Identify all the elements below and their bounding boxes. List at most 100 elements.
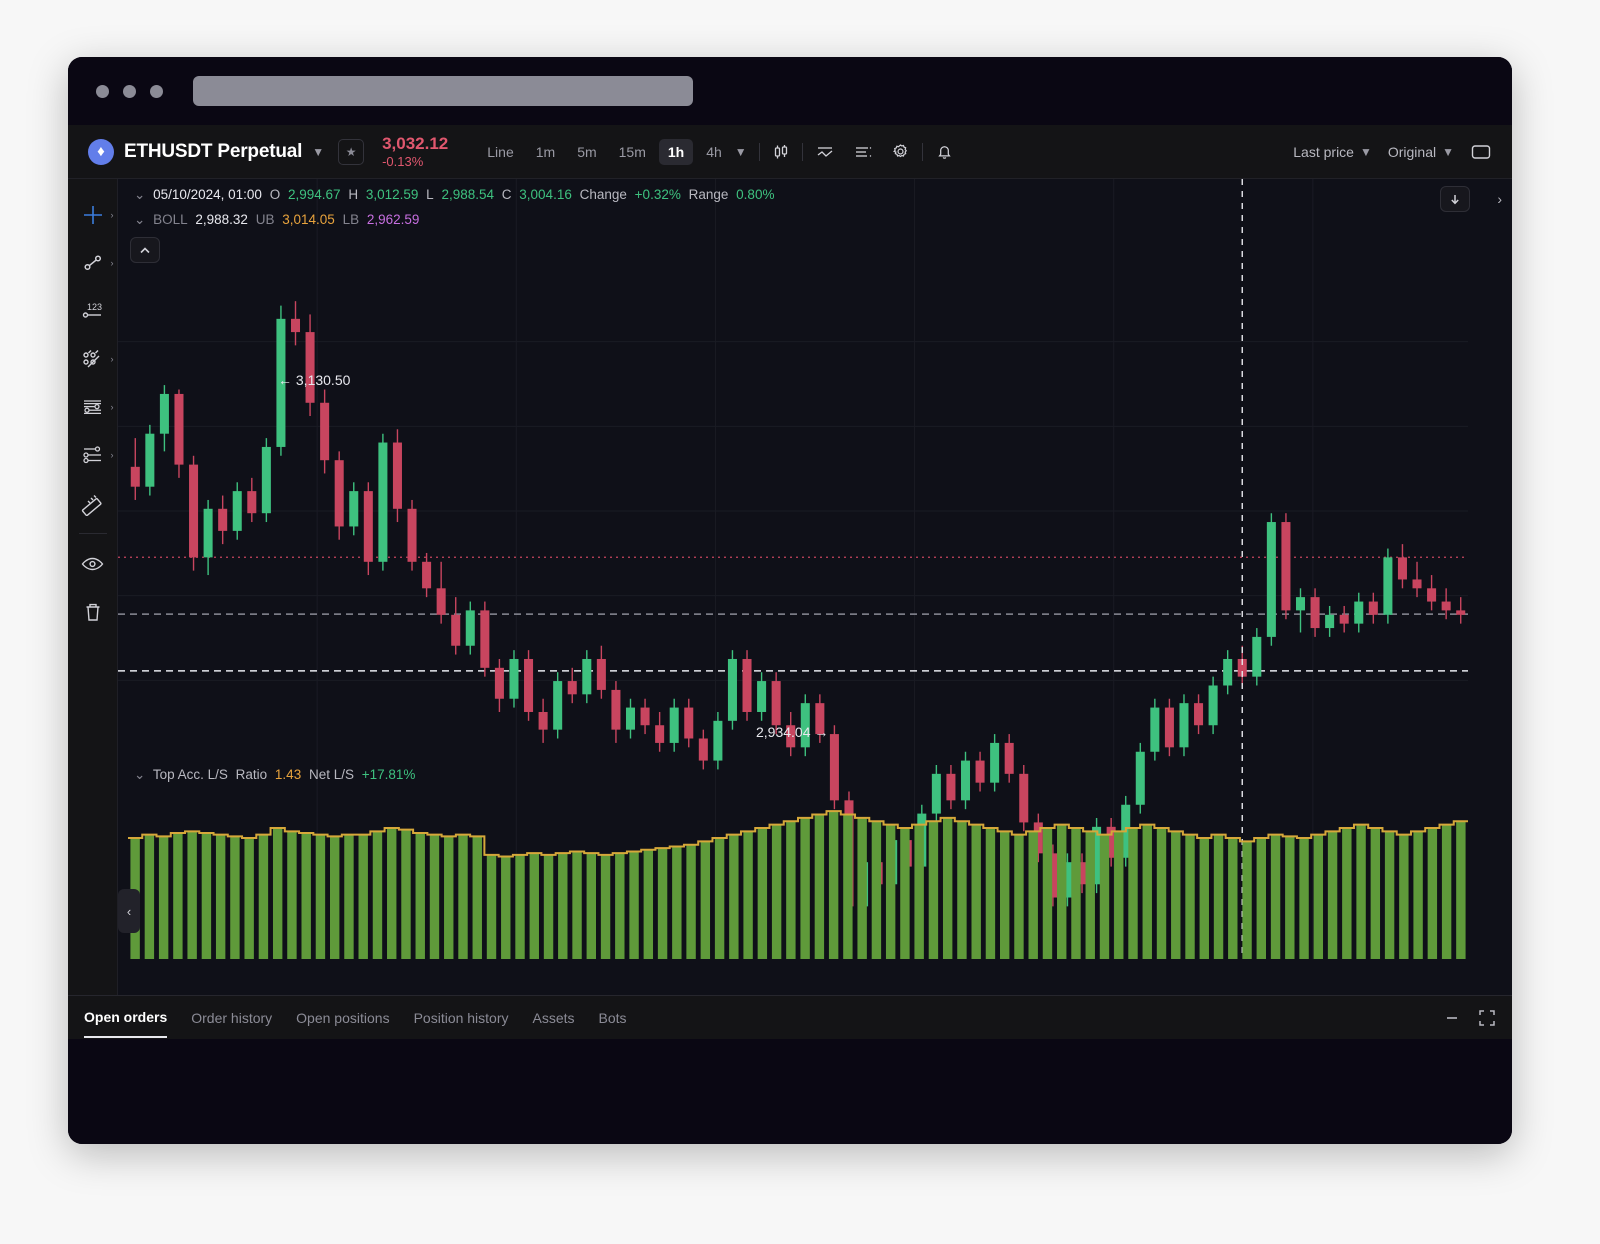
- minimize-button[interactable]: [123, 85, 136, 98]
- app-header: ♦ ETHUSDT Perpetual ▼ ★ 3,032.12 -0.13% …: [68, 125, 1512, 179]
- price-chart[interactable]: ⌄ 05/10/2024, 01:00 O 2,994.67 H 3,012.5…: [118, 179, 1512, 995]
- pattern-tool[interactable]: ›: [70, 335, 116, 383]
- ohlc-change-label: Change: [580, 187, 627, 202]
- visibility-tool[interactable]: [70, 540, 116, 588]
- ohlc-c-label: C: [502, 187, 512, 202]
- window-controls[interactable]: [96, 85, 163, 98]
- browser-chrome: [68, 57, 1512, 125]
- scale-mode-label: Original: [1388, 144, 1436, 160]
- bottom-panel: Open orders Order history Open positions…: [68, 995, 1512, 1144]
- chevron-down-icon[interactable]: ⌄: [134, 187, 145, 202]
- chevron-down-icon: ▼: [1360, 145, 1372, 159]
- ohlc-range: 0.80%: [736, 187, 774, 202]
- tab-open-positions[interactable]: Open positions: [296, 998, 389, 1037]
- low-price-marker: 2,934.04 →: [756, 724, 828, 740]
- chevron-right-icon[interactable]: ›: [1497, 191, 1502, 207]
- price-source-label: Last price: [1293, 144, 1354, 160]
- ohlc-legend: ⌄ 05/10/2024, 01:00 O 2,994.67 H 3,012.5…: [134, 187, 778, 203]
- chevron-right-icon[interactable]: ›: [111, 258, 114, 268]
- fib-123-tool[interactable]: 123: [70, 287, 116, 335]
- tab-position-history[interactable]: Position history: [414, 998, 509, 1037]
- chevron-down-icon[interactable]: ⌄: [134, 212, 145, 227]
- ohlc-open: 2,994.67: [288, 187, 341, 202]
- star-icon[interactable]: ★: [338, 139, 364, 165]
- line-chart-icon[interactable]: [815, 143, 835, 161]
- ohlc-close: 3,004.16: [519, 187, 572, 202]
- ohlc-low: 2,988.54: [441, 187, 494, 202]
- subchart-ratio: 1.43: [275, 767, 301, 782]
- header-right: Last price ▼ Original ▼: [1293, 143, 1492, 161]
- chevron-down-icon: ▼: [1442, 145, 1454, 159]
- position-tool[interactable]: ›: [70, 431, 116, 479]
- gear-icon[interactable]: [891, 142, 910, 161]
- svg-text:123: 123: [87, 302, 102, 312]
- subchart-legend: ⌄ Top Acc. L/S Ratio 1.43 Net L/S +17.81…: [134, 767, 419, 783]
- tab-5m[interactable]: 5m: [568, 139, 605, 165]
- address-bar[interactable]: [193, 76, 693, 106]
- boll-ub: 3,014.05: [282, 212, 335, 227]
- boll-mid: 2,988.32: [195, 212, 248, 227]
- ohlc-h-label: H: [348, 187, 358, 202]
- trendline-tool[interactable]: ›: [70, 239, 116, 287]
- subchart-ratio-label: Ratio: [236, 767, 268, 782]
- order-tabs[interactable]: Open orders Order history Open positions…: [68, 995, 1512, 1039]
- crosshair-tool[interactable]: ›: [70, 191, 116, 239]
- scale-mode-select[interactable]: Original ▼: [1388, 144, 1454, 160]
- ohlc-range-label: Range: [689, 187, 729, 202]
- tab-1m[interactable]: 1m: [527, 139, 564, 165]
- divider: [922, 143, 923, 161]
- collapse-legend-button[interactable]: [130, 237, 160, 263]
- measure-tool[interactable]: [70, 479, 116, 527]
- chevron-down-icon[interactable]: ▼: [312, 145, 324, 159]
- tab-open-orders[interactable]: Open orders: [84, 997, 167, 1038]
- boll-legend: ⌄ BOLL 2,988.32 UB 3,014.05 LB 2,962.59: [134, 212, 423, 228]
- symbol-name: ETHUSDT Perpetual: [124, 141, 302, 163]
- chevron-right-icon[interactable]: ›: [111, 450, 114, 460]
- high-price-marker: ← 3,130.50: [278, 372, 350, 388]
- ohlc-l-label: L: [426, 187, 434, 202]
- delete-tool[interactable]: [70, 588, 116, 636]
- timeframe-group[interactable]: Line 1m 5m 15m 1h 4h ▼: [478, 139, 953, 165]
- last-price: 3,032.12: [382, 134, 448, 154]
- tab-15m[interactable]: 15m: [610, 139, 655, 165]
- expand-icon[interactable]: [1478, 1009, 1496, 1027]
- tab-assets[interactable]: Assets: [533, 998, 575, 1037]
- boll-lb: 2,962.59: [367, 212, 420, 227]
- tab-bots[interactable]: Bots: [599, 998, 627, 1037]
- price-block: 3,032.12 -0.13%: [382, 134, 448, 169]
- chevron-right-icon[interactable]: ›: [111, 210, 114, 220]
- price-change-pct: -0.13%: [382, 154, 448, 169]
- chevron-down-icon[interactable]: ⌄: [134, 767, 145, 782]
- chevron-right-icon[interactable]: ›: [111, 354, 114, 364]
- tab-line[interactable]: Line: [478, 139, 522, 165]
- drawing-toolbar[interactable]: › › 123 ›: [68, 179, 118, 995]
- maximize-button[interactable]: [150, 85, 163, 98]
- chevron-down-icon-timeframes[interactable]: ▼: [735, 145, 747, 159]
- subchart-net: +17.81%: [362, 767, 416, 782]
- app-window: ♦ ETHUSDT Perpetual ▼ ★ 3,032.12 -0.13% …: [68, 57, 1512, 1144]
- tab-order-history[interactable]: Order history: [191, 998, 272, 1037]
- fullscreen-icon[interactable]: [1470, 143, 1492, 161]
- divider: [802, 143, 803, 161]
- download-button[interactable]: [1440, 186, 1470, 212]
- subchart-title: Top Acc. L/S: [153, 767, 228, 782]
- minimize-icon[interactable]: [1444, 1010, 1460, 1026]
- list-settings-icon[interactable]: [853, 143, 873, 161]
- ohlc-o-label: O: [270, 187, 281, 202]
- main-body: › › 123 ›: [68, 179, 1512, 995]
- ohlc-high: 3,012.59: [366, 187, 419, 202]
- collapse-sidebar-button[interactable]: ‹: [118, 889, 140, 933]
- candlestick-icon[interactable]: [772, 143, 790, 161]
- tab-4h[interactable]: 4h: [697, 139, 731, 165]
- ethereum-icon: ♦: [88, 139, 114, 165]
- tab-1h[interactable]: 1h: [659, 139, 693, 165]
- boll-ub-label: UB: [256, 212, 275, 227]
- boll-lb-label: LB: [343, 212, 360, 227]
- close-button[interactable]: [96, 85, 109, 98]
- boll-name: BOLL: [153, 212, 188, 227]
- price-source-select[interactable]: Last price ▼: [1293, 144, 1372, 160]
- bell-alert-icon[interactable]: [935, 142, 954, 161]
- forecast-tool[interactable]: ›: [70, 383, 116, 431]
- symbol-selector[interactable]: ♦ ETHUSDT Perpetual ▼ ★: [88, 139, 364, 165]
- chevron-right-icon[interactable]: ›: [111, 402, 114, 412]
